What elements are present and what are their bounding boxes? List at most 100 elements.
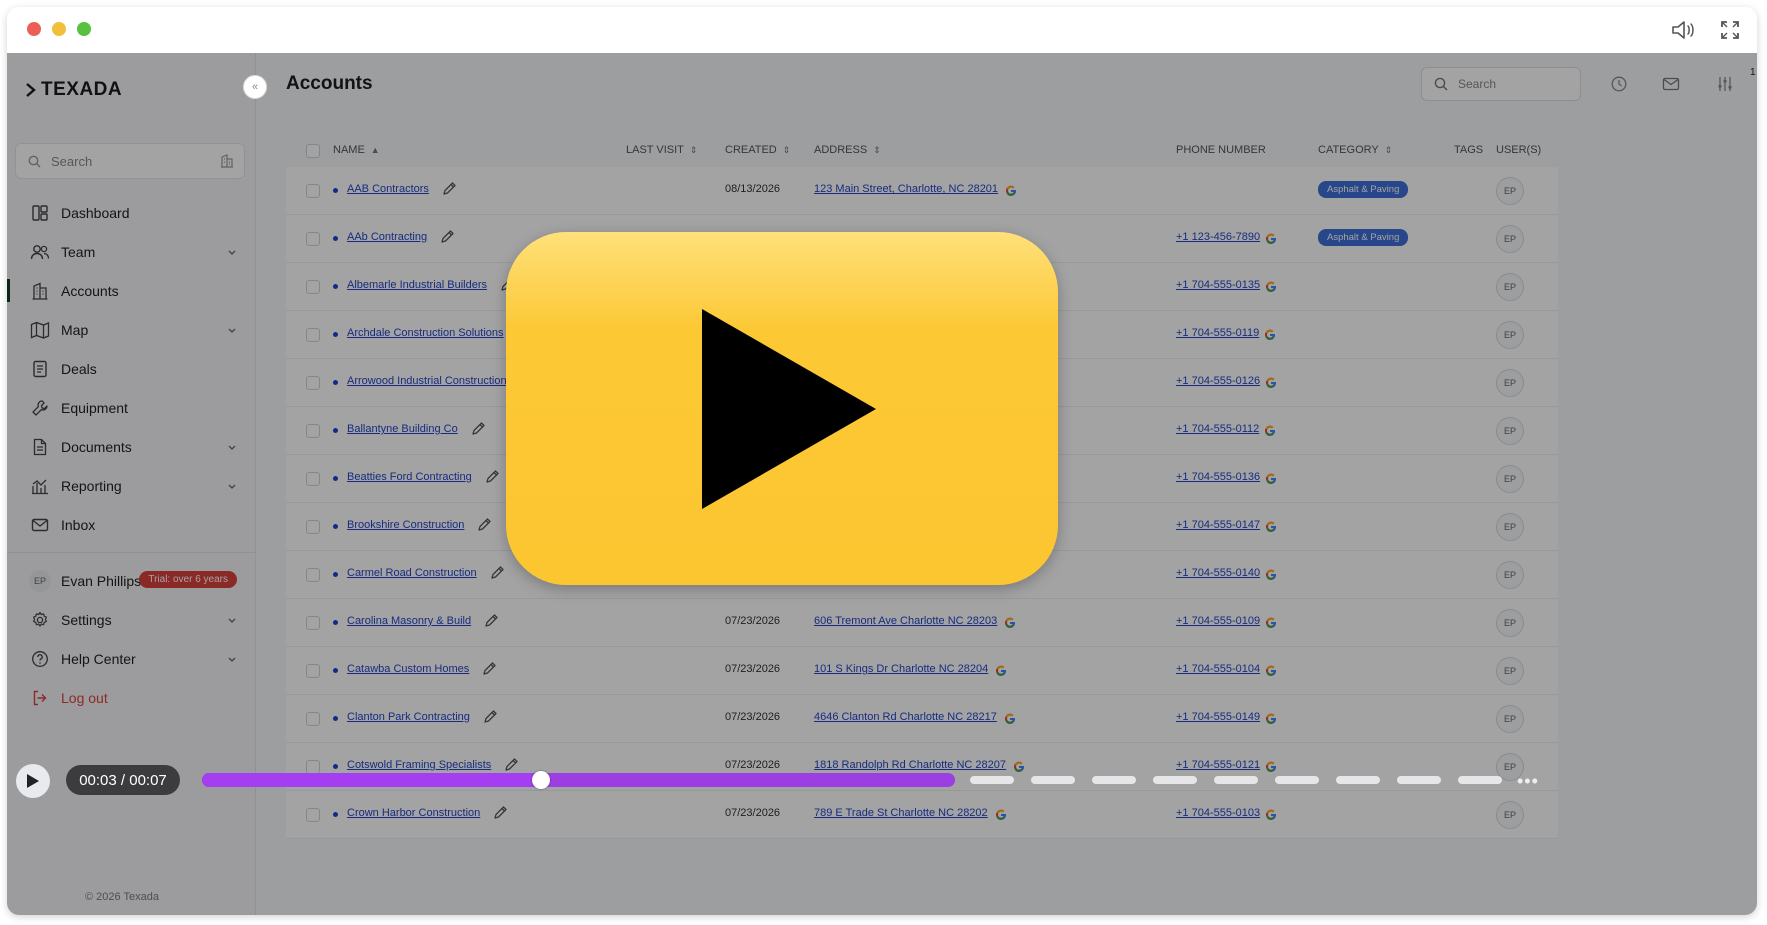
google-icon[interactable] — [995, 664, 1007, 677]
row-checkbox[interactable] — [306, 808, 320, 822]
sidebar-item-deals[interactable]: Deals — [7, 349, 255, 388]
category-chip[interactable]: Asphalt & Paving — [1318, 181, 1409, 198]
google-icon[interactable] — [1265, 712, 1277, 725]
column-header-category[interactable]: CATEGORY ⇕ — [1318, 144, 1392, 156]
user-avatar[interactable]: EP — [1496, 465, 1524, 493]
video-segment[interactable] — [970, 776, 1014, 784]
row-checkbox[interactable] — [306, 328, 320, 342]
google-icon[interactable] — [1265, 520, 1277, 533]
sidebar-item-help-center[interactable]: Help Center — [7, 639, 255, 678]
account-name-link[interactable]: Brookshire Construction — [347, 519, 464, 531]
phone-link[interactable]: +1 704-555-0119 — [1176, 327, 1259, 339]
phone-link[interactable]: +1 704-555-0112 — [1176, 423, 1259, 435]
address-link[interactable]: 789 E Trade St Charlotte NC 28202 — [814, 807, 988, 819]
account-name-link[interactable]: Catawba Custom Homes — [347, 663, 469, 675]
account-name-link[interactable]: AAB Contractors — [347, 183, 429, 195]
select-all-checkbox[interactable] — [306, 144, 320, 158]
phone-link[interactable]: +1 704-555-0136 — [1176, 471, 1260, 483]
google-icon[interactable] — [1265, 808, 1277, 821]
phone-link[interactable]: +1 704-555-0109 — [1176, 615, 1260, 627]
edit-pencil-icon[interactable] — [482, 709, 498, 725]
chevron-down-icon[interactable] — [227, 478, 237, 494]
google-icon[interactable] — [1004, 616, 1016, 629]
account-name-link[interactable]: Archdale Construction Solutions — [347, 327, 504, 339]
account-name-link[interactable]: Carmel Road Construction — [347, 567, 477, 579]
row-checkbox[interactable] — [306, 664, 320, 678]
sidebar-item-reporting[interactable]: Reporting — [7, 466, 255, 505]
collapse-sidebar-button[interactable]: « — [243, 75, 267, 99]
trial-badge[interactable]: Trial: over 6 years — [139, 571, 237, 588]
phone-link[interactable]: +1 123-456-7890 — [1176, 231, 1260, 243]
edit-pencil-icon[interactable] — [481, 661, 497, 677]
google-icon[interactable] — [1265, 280, 1277, 293]
logout-button[interactable]: Log out — [7, 678, 255, 717]
column-header-address[interactable]: ADDRESS ⇕ — [814, 144, 881, 156]
address-link[interactable]: 4646 Clanton Rd Charlotte NC 28217 — [814, 711, 997, 723]
video-segment[interactable] — [1153, 776, 1197, 784]
texada-logo[interactable]: TEXADA — [25, 79, 122, 101]
category-chip[interactable]: Asphalt & Paving — [1318, 229, 1409, 246]
user-avatar[interactable]: EP — [1496, 369, 1524, 397]
edit-pencil-icon[interactable] — [484, 469, 500, 485]
google-icon[interactable] — [1265, 376, 1277, 389]
account-name-link[interactable]: AAb Contracting — [347, 231, 427, 243]
filter-sliders-icon[interactable] — [1714, 73, 1736, 95]
sidebar-user[interactable]: EP Evan Phillips Trial: over 6 years — [7, 561, 255, 600]
account-name-link[interactable]: Carolina Masonry & Build — [347, 615, 471, 627]
user-avatar[interactable]: EP — [1496, 417, 1524, 445]
row-checkbox[interactable] — [306, 568, 320, 582]
google-icon[interactable] — [1264, 328, 1276, 341]
user-avatar[interactable]: EP — [1496, 657, 1524, 685]
fullscreen-icon[interactable] — [1716, 17, 1744, 43]
row-checkbox[interactable] — [306, 232, 320, 246]
phone-link[interactable]: +1 704-555-0135 — [1176, 279, 1260, 291]
user-avatar[interactable]: EP — [1496, 609, 1524, 637]
table-row[interactable]: Clanton Park Contracting 07/23/2026 4646 C… — [286, 695, 1558, 743]
user-avatar[interactable]: EP — [1496, 273, 1524, 301]
video-segment[interactable] — [1397, 776, 1441, 784]
phone-link[interactable]: +1 704-555-0103 — [1176, 807, 1260, 819]
minimize-window-button[interactable] — [52, 22, 66, 36]
edit-pencil-icon[interactable] — [470, 421, 486, 437]
video-segment[interactable] — [1214, 776, 1258, 784]
speaker-icon[interactable] — [1669, 17, 1697, 43]
row-checkbox[interactable] — [306, 472, 320, 486]
chevron-down-icon[interactable] — [227, 612, 237, 628]
account-name-link[interactable]: Clanton Park Contracting — [347, 711, 470, 723]
table-row[interactable]: Catawba Custom Homes 07/23/2026 101 S King… — [286, 647, 1558, 695]
account-name-link[interactable]: Arrowood Industrial Construction — [347, 375, 507, 387]
row-checkbox[interactable] — [306, 376, 320, 390]
edit-pencil-icon[interactable] — [489, 565, 505, 581]
video-segment[interactable] — [1275, 776, 1319, 784]
history-icon[interactable] — [1608, 73, 1630, 95]
video-more-button[interactable]: ••• — [1517, 771, 1539, 792]
table-row[interactable]: AAB Contractors 08/13/2026 123 Main Street… — [286, 167, 1558, 215]
column-header-created[interactable]: CREATED ⇕ — [725, 144, 790, 156]
phone-link[interactable]: +1 704-555-0104 — [1176, 663, 1260, 675]
video-play-small-button[interactable] — [16, 764, 50, 798]
sidebar-item-settings[interactable]: Settings — [7, 600, 255, 639]
maximize-window-button[interactable] — [77, 22, 91, 36]
sidebar-item-map[interactable]: Map — [7, 310, 255, 349]
google-icon[interactable] — [1005, 184, 1017, 197]
phone-link[interactable]: +1 704-555-0140 — [1176, 567, 1260, 579]
video-segment[interactable] — [1336, 776, 1380, 784]
building-icon[interactable] — [220, 154, 234, 168]
google-icon[interactable] — [1265, 472, 1277, 485]
edit-pencil-icon[interactable] — [441, 181, 457, 197]
google-icon[interactable] — [995, 808, 1007, 821]
google-icon[interactable] — [1004, 712, 1016, 725]
video-segment[interactable] — [1458, 776, 1502, 784]
close-window-button[interactable] — [27, 22, 41, 36]
user-avatar[interactable]: EP — [1496, 177, 1524, 205]
chevron-down-icon[interactable] — [227, 651, 237, 667]
video-segment[interactable] — [1092, 776, 1136, 784]
edit-pencil-icon[interactable] — [483, 613, 499, 629]
phone-link[interactable]: +1 704-555-0126 — [1176, 375, 1260, 387]
user-avatar[interactable]: EP — [1496, 225, 1524, 253]
phone-link[interactable]: +1 704-555-0147 — [1176, 519, 1260, 531]
row-checkbox[interactable] — [306, 184, 320, 198]
table-row[interactable]: Carolina Masonry & Build 07/23/2026 606 Tr… — [286, 599, 1558, 647]
edit-pencil-icon[interactable] — [439, 229, 455, 245]
row-checkbox[interactable] — [306, 424, 320, 438]
